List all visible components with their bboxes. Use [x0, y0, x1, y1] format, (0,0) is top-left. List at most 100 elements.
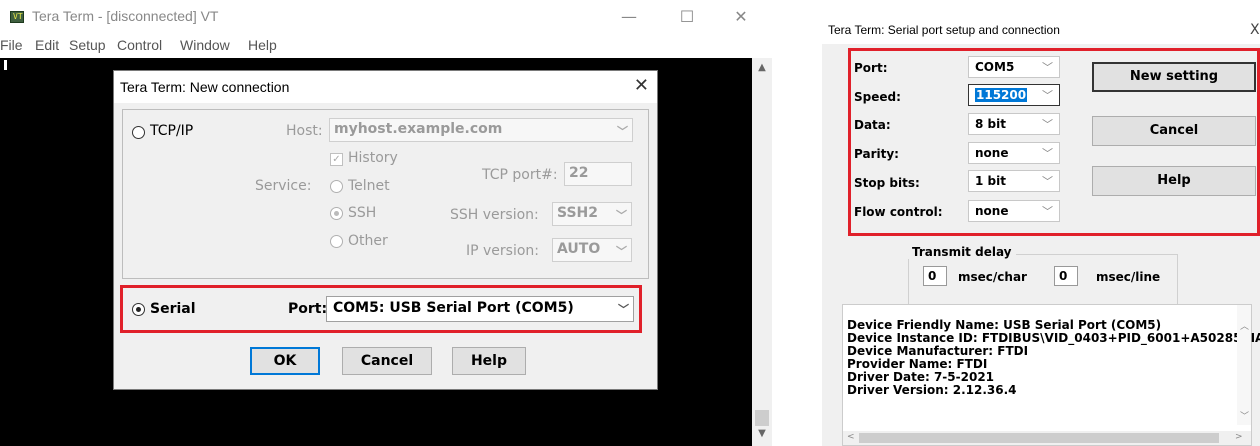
msec-char-label: msec/char: [958, 270, 1027, 284]
stop-bits-dropdown[interactable]: 1 bit ﹀: [968, 170, 1060, 192]
speed-dropdown-value: 115200: [975, 88, 1028, 102]
tera-term-main-window: VT Tera Term - [disconnected] VT — ☐ ✕ F…: [0, 0, 772, 446]
ssh-label: SSH: [348, 205, 377, 221]
ip-version-value: AUTO: [557, 241, 601, 257]
host-value: myhost.example.com: [334, 121, 503, 137]
chevron-down-icon: ﹀: [618, 303, 629, 316]
port-field-label: Port:: [854, 61, 888, 75]
terminal-scrollbar[interactable]: ▲ ▼: [752, 58, 772, 446]
main-menubar: File Edit Setup Control Window Help: [0, 34, 772, 58]
driver-version: Driver Version: 2.12.36.4: [847, 383, 1017, 397]
ip-version-dropdown[interactable]: AUTO ﹀: [552, 238, 632, 262]
close-icon[interactable]: ✕: [634, 75, 649, 96]
main-titlebar: VT Tera Term - [disconnected] VT — ☐ ✕: [0, 0, 772, 34]
telnet-radio[interactable]: [330, 180, 343, 193]
device-info-horizontal-scrollbar[interactable]: < >: [843, 431, 1251, 445]
history-checkbox[interactable]: ✓: [330, 153, 343, 166]
new-connection-titlebar: Tera Term: New connection ✕: [114, 71, 657, 103]
maximize-icon[interactable]: ☐: [664, 4, 710, 30]
parity-value: none: [975, 146, 1009, 160]
close-icon[interactable]: ✕: [718, 4, 764, 30]
chevron-down-icon: ﹀: [1042, 118, 1053, 131]
chevron-down-icon: ﹀: [1042, 147, 1053, 160]
serial-port-value: COM5: USB Serial Port (COM5): [333, 300, 574, 316]
msec-char-input[interactable]: 0: [923, 266, 947, 286]
serial-help-button[interactable]: Help: [1092, 166, 1256, 196]
port-dropdown-value: COM5: [975, 60, 1015, 74]
serial-cancel-button[interactable]: Cancel: [1092, 116, 1256, 146]
chevron-down-icon: ﹀: [617, 125, 628, 138]
device-info-textarea[interactable]: Device Friendly Name: USB Serial Port (C…: [842, 304, 1260, 446]
parity-field-label: Parity:: [854, 147, 899, 161]
data-bits-value: 8 bit: [975, 117, 1006, 131]
host-label: Host:: [286, 123, 323, 139]
terminal-cursor: [4, 60, 7, 70]
ip-version-label: IP version:: [466, 243, 540, 259]
tcpip-radio[interactable]: [132, 126, 145, 139]
serial-label: Serial: [150, 301, 196, 317]
cancel-button[interactable]: Cancel: [342, 347, 432, 375]
new-connection-dialog: Tera Term: New connection ✕ TCP/IP Host:…: [113, 70, 658, 390]
close-icon[interactable]: X: [1250, 22, 1260, 38]
menu-window[interactable]: Window: [180, 37, 230, 53]
service-label: Service:: [255, 178, 312, 194]
ssh-radio[interactable]: [330, 207, 343, 220]
port-label: Port:: [288, 301, 328, 317]
chevron-down-icon: ﹀: [616, 209, 627, 222]
tcpip-label: TCP/IP: [150, 123, 194, 139]
host-combobox[interactable]: myhost.example.com ﹀: [329, 118, 633, 142]
menu-setup[interactable]: Setup: [69, 37, 106, 53]
serial-setup-title: Tera Term: Serial port setup and connect…: [828, 23, 1060, 37]
scroll-down-icon[interactable]: ▼: [752, 428, 772, 444]
stop-bits-value: 1 bit: [975, 174, 1006, 188]
history-label: History: [348, 150, 398, 166]
tera-term-app-icon: VT: [10, 11, 24, 23]
stop-bits-field-label: Stop bits:: [854, 176, 920, 190]
serial-radio[interactable]: [132, 303, 145, 316]
serial-setup-titlebar: Tera Term: Serial port setup and connect…: [822, 14, 1260, 44]
ssh-version-label: SSH version:: [450, 207, 539, 223]
scroll-right-icon[interactable]: >: [1235, 432, 1243, 442]
chevron-down-icon: ﹀: [1042, 205, 1053, 218]
serial-port-dropdown[interactable]: COM5: USB Serial Port (COM5) ﹀: [326, 296, 634, 322]
chevron-down-icon: ﹀: [616, 245, 627, 258]
scroll-down-icon[interactable]: ﹀: [1240, 409, 1249, 422]
scrollbar-thumb[interactable]: [755, 410, 769, 426]
minimize-icon[interactable]: —: [606, 4, 652, 30]
app-icon-text: VT: [13, 12, 23, 21]
ok-button[interactable]: OK: [250, 347, 320, 375]
new-connection-title: Tera Term: New connection: [120, 79, 290, 95]
ssh-version-value: SSH2: [557, 205, 598, 221]
chevron-down-icon: ﹀: [1042, 89, 1053, 102]
chevron-down-icon: ﹀: [1042, 61, 1053, 74]
scroll-up-icon[interactable]: ︿: [1240, 319, 1249, 332]
horizontal-scrollbar-thumb[interactable]: [859, 433, 1219, 443]
main-window-title: Tera Term - [disconnected] VT: [32, 8, 219, 24]
data-field-label: Data:: [854, 118, 891, 132]
telnet-label: Telnet: [348, 178, 390, 194]
msec-line-input[interactable]: 0: [1054, 266, 1078, 286]
parity-dropdown[interactable]: none ﹀: [968, 142, 1060, 164]
data-bits-dropdown[interactable]: 8 bit ﹀: [968, 113, 1060, 135]
device-info-vertical-scrollbar[interactable]: ︿ ﹀: [1237, 305, 1251, 425]
menu-control[interactable]: Control: [117, 37, 162, 53]
new-setting-button[interactable]: New setting: [1092, 62, 1256, 92]
speed-field-label: Speed:: [854, 90, 901, 104]
scroll-left-icon[interactable]: <: [847, 432, 855, 442]
other-radio[interactable]: [330, 235, 343, 248]
flow-control-value: none: [975, 204, 1009, 218]
port-dropdown[interactable]: COM5 ﹀: [968, 56, 1060, 78]
tcp-port-label: TCP port#:: [482, 167, 558, 183]
flow-control-dropdown[interactable]: none ﹀: [968, 200, 1060, 222]
help-button[interactable]: Help: [452, 347, 526, 375]
menu-file[interactable]: File: [0, 37, 23, 53]
menu-help[interactable]: Help: [248, 37, 277, 53]
serial-port-setup-dialog: Tera Term: Serial port setup and connect…: [822, 14, 1260, 446]
menu-edit[interactable]: Edit: [35, 37, 59, 53]
tcp-port-input[interactable]: 22: [564, 162, 632, 186]
scroll-up-icon[interactable]: ▲: [752, 62, 772, 78]
chevron-down-icon: ﹀: [1042, 175, 1053, 188]
other-label: Other: [348, 233, 388, 249]
ssh-version-dropdown[interactable]: SSH2 ﹀: [552, 202, 632, 226]
speed-dropdown[interactable]: 115200 ﹀: [968, 84, 1060, 106]
